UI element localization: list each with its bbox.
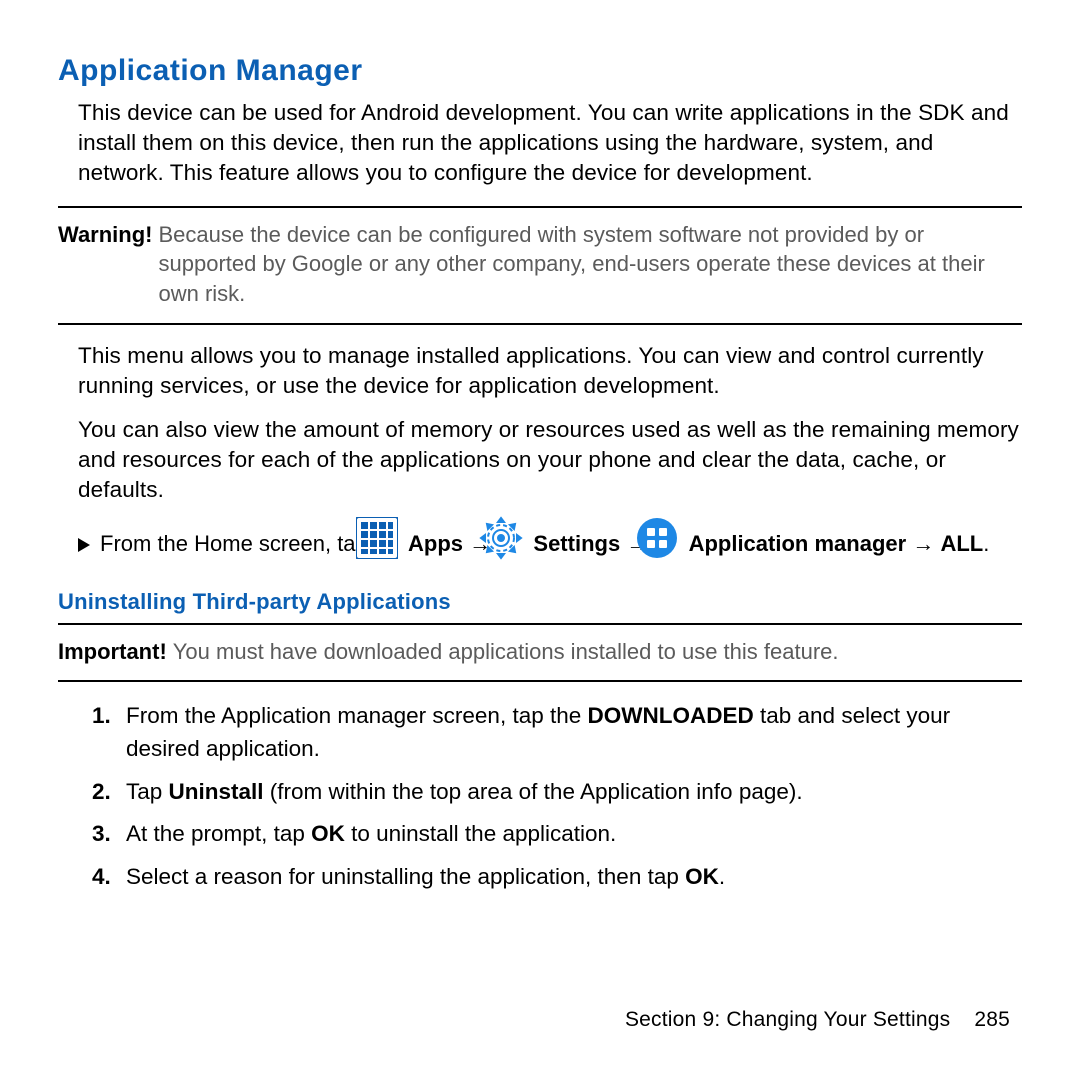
apps-grid-icon xyxy=(378,517,398,569)
warning-text: Because the device can be configured wit… xyxy=(159,220,1023,309)
step-text: Select a reason for uninstalling the app… xyxy=(126,864,685,889)
step-text: to uninstall the application. xyxy=(345,821,616,846)
list-item: Select a reason for uninstalling the app… xyxy=(58,861,1022,894)
nav-apps-label: Apps xyxy=(408,531,463,556)
play-bullet-icon xyxy=(78,538,90,552)
list-item: Tap Uninstall (from within the top area … xyxy=(58,776,1022,809)
subheading-uninstall: Uninstalling Third-party Applications xyxy=(58,589,1022,615)
navigation-instruction: From the Home screen, tap Apps → xyxy=(100,518,1022,572)
warning-callout: Warning! Because the device can be confi… xyxy=(58,206,1022,325)
nav-period: . xyxy=(983,531,989,556)
important-label: Important! xyxy=(58,637,167,667)
intro-paragraph: This device can be used for Android deve… xyxy=(78,98,1022,188)
warning-label: Warning! xyxy=(58,220,153,309)
step-text: . xyxy=(719,864,725,889)
step-bold: OK xyxy=(311,821,345,846)
nav-appmgr-label-1: Application xyxy=(689,531,809,556)
list-item: From the Application manager screen, tap… xyxy=(58,700,1022,765)
uninstall-steps: From the Application manager screen, tap… xyxy=(58,700,1022,893)
page-footer: Section 9: Changing Your Settings 285 xyxy=(625,1008,1010,1032)
step-bold: DOWNLOADED xyxy=(588,703,754,728)
paragraph-manage: This menu allows you to manage installed… xyxy=(78,341,1022,401)
list-item: At the prompt, tap OK to uninstall the a… xyxy=(58,818,1022,851)
step-bold: Uninstall xyxy=(169,779,264,804)
footer-page-number: 285 xyxy=(974,1008,1010,1031)
step-bold: OK xyxy=(685,864,719,889)
step-text: (from within the top area of the Applica… xyxy=(264,779,803,804)
paragraph-memory: You can also view the amount of memory o… xyxy=(78,415,1022,505)
arrow-icon: → xyxy=(912,531,934,556)
app-manager-icon xyxy=(658,517,678,569)
step-text: At the prompt, tap xyxy=(126,821,311,846)
footer-section: Section 9: Changing Your Settings xyxy=(625,1008,950,1031)
nav-settings-label: Settings xyxy=(533,531,620,556)
page-title: Application Manager xyxy=(58,54,1022,88)
step-text: From the Application manager screen, tap… xyxy=(126,703,588,728)
settings-gear-icon xyxy=(501,516,523,570)
nav-appmgr-label-2: manager xyxy=(814,531,906,556)
step-text: Tap xyxy=(126,779,169,804)
important-text: You must have downloaded applications in… xyxy=(173,637,839,667)
important-callout: Important! You must have downloaded appl… xyxy=(58,623,1022,683)
nav-all-label: ALL xyxy=(940,531,983,556)
nav-lead-text: From the Home screen, tap xyxy=(100,531,374,556)
